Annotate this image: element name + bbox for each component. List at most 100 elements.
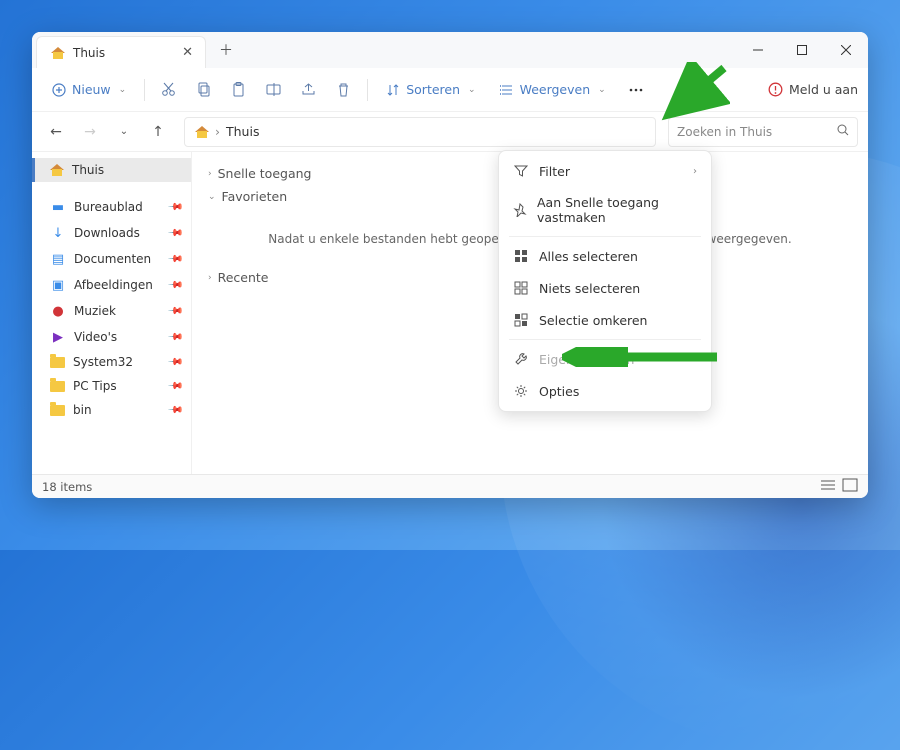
forward-button[interactable]: → <box>76 118 104 146</box>
folder-icon <box>50 381 65 392</box>
breadcrumb[interactable]: › Thuis <box>184 117 656 147</box>
view-button[interactable]: Weergeven ⌄ <box>490 76 616 103</box>
sidebar-item-pictures[interactable]: ▣ Afbeeldingen 📌 <box>32 272 191 298</box>
sidebar-item-pctips[interactable]: PC Tips 📌 <box>32 374 191 398</box>
home-icon <box>51 47 65 59</box>
cut-button[interactable] <box>153 76 184 103</box>
toolbar-separator <box>367 79 368 101</box>
menu-item-invert-selection[interactable]: Selectie omkeren <box>503 304 707 336</box>
up-button[interactable]: ↑ <box>144 118 172 146</box>
more-button[interactable] <box>620 77 652 103</box>
maximize-icon <box>797 45 807 55</box>
sidebar-label: Muziek <box>74 304 116 318</box>
sidebar-item-system32[interactable]: System32 📌 <box>32 350 191 374</box>
pin-icon: 📌 <box>166 378 183 395</box>
minimize-icon <box>753 45 763 55</box>
menu-item-select-none[interactable]: Niets selecteren <box>503 272 707 304</box>
chevron-down-icon: ⌄ <box>208 192 216 202</box>
details-view-icon <box>820 478 836 492</box>
sidebar-item-bin[interactable]: bin 📌 <box>32 398 191 422</box>
navigation-pane: Thuis ▬ Bureaublad 📌 ↓ Downloads 📌 ▤ Doc… <box>32 152 192 474</box>
back-button[interactable]: ← <box>42 118 70 146</box>
menu-item-pin-quick-access[interactable]: Aan Snelle toegang vastmaken <box>503 187 707 233</box>
menu-separator <box>509 339 701 340</box>
folder-icon <box>50 405 65 416</box>
view-icon <box>500 83 514 97</box>
select-all-icon <box>513 248 529 264</box>
annotation-arrow-more <box>660 62 730 122</box>
menu-label: Selectie omkeren <box>539 313 647 328</box>
minimize-button[interactable] <box>736 32 780 68</box>
sidebar-label: bin <box>73 403 92 417</box>
sidebar-item-desktop[interactable]: ▬ Bureaublad 📌 <box>32 194 191 220</box>
search-placeholder: Zoeken in Thuis <box>677 125 772 139</box>
share-icon <box>301 82 316 97</box>
delete-button[interactable] <box>328 76 359 103</box>
sidebar-item-home[interactable]: Thuis <box>32 158 191 182</box>
menu-label: Aan Snelle toegang vastmaken <box>537 195 697 225</box>
copy-button[interactable] <box>188 76 219 103</box>
home-icon <box>195 126 209 138</box>
menu-label: Filter <box>539 164 570 179</box>
group-label: Snelle toegang <box>218 166 312 181</box>
gear-icon <box>513 383 529 399</box>
breadcrumb-separator-icon: › <box>215 124 220 139</box>
filter-icon <box>513 163 529 179</box>
rename-icon <box>266 82 281 97</box>
trash-icon <box>336 82 351 97</box>
annotation-arrow-options <box>562 347 722 367</box>
search-icon <box>837 124 849 139</box>
sidebar-label: Downloads <box>74 226 140 240</box>
pin-icon: 📌 <box>166 329 183 346</box>
menu-separator <box>509 236 701 237</box>
music-icon: ● <box>50 303 66 319</box>
window-tab[interactable]: Thuis ✕ <box>36 36 206 68</box>
menu-label: Alles selecteren <box>539 249 638 264</box>
new-button[interactable]: Nieuw ⌄ <box>42 76 136 103</box>
sign-in-button[interactable]: Meld u aan <box>768 82 858 97</box>
home-icon <box>50 164 64 176</box>
copy-icon <box>196 82 211 97</box>
sidebar-item-music[interactable]: ● Muziek 📌 <box>32 298 191 324</box>
recent-locations-button[interactable]: ⌄ <box>110 118 138 146</box>
chevron-right-icon: › <box>693 166 697 177</box>
invert-selection-icon <box>513 312 529 328</box>
plus-circle-icon <box>52 83 66 97</box>
sidebar-label: System32 <box>73 355 133 369</box>
sidebar-item-downloads[interactable]: ↓ Downloads 📌 <box>32 220 191 246</box>
sort-button[interactable]: Sorteren ⌄ <box>376 76 485 103</box>
sign-in-label: Meld u aan <box>789 82 858 97</box>
menu-item-select-all[interactable]: Alles selecteren <box>503 240 707 272</box>
share-button[interactable] <box>293 76 324 103</box>
navigation-row: ← → ⌄ ↑ › Thuis Zoeken in Thuis <box>32 112 868 152</box>
thumbnails-view-button[interactable] <box>842 478 858 495</box>
video-icon: ▶ <box>50 329 66 345</box>
thumbnails-view-icon <box>842 478 858 492</box>
paste-button[interactable] <box>223 76 254 103</box>
pin-icon: 📌 <box>166 354 183 371</box>
maximize-button[interactable] <box>780 32 824 68</box>
sidebar-label: Thuis <box>72 163 104 177</box>
menu-item-options[interactable]: Opties <box>503 375 707 407</box>
new-tab-button[interactable]: ＋ <box>212 36 240 64</box>
wrench-icon <box>513 351 529 367</box>
explorer-window: Thuis ✕ ＋ Nieuw ⌄ <box>32 32 868 498</box>
desktop-icon: ▬ <box>50 199 66 215</box>
pin-icon: 📌 <box>166 251 183 268</box>
tab-close-button[interactable]: ✕ <box>182 45 193 60</box>
alert-circle-icon <box>768 82 783 97</box>
close-button[interactable] <box>824 32 868 68</box>
status-bar: 18 items <box>32 474 868 498</box>
pin-icon: 📌 <box>166 199 183 216</box>
more-dropdown-menu: Filter › Aan Snelle toegang vastmaken Al… <box>498 150 712 412</box>
sidebar-label: Bureaublad <box>74 200 143 214</box>
sidebar-item-documents[interactable]: ▤ Documenten 📌 <box>32 246 191 272</box>
status-item-count: 18 items <box>42 480 92 494</box>
rename-button[interactable] <box>258 76 289 103</box>
details-view-button[interactable] <box>820 478 836 495</box>
folder-icon <box>50 357 65 368</box>
sort-icon <box>386 83 400 97</box>
menu-item-filter[interactable]: Filter › <box>503 155 707 187</box>
sidebar-item-videos[interactable]: ▶ Video's 📌 <box>32 324 191 350</box>
paste-icon <box>231 82 246 97</box>
